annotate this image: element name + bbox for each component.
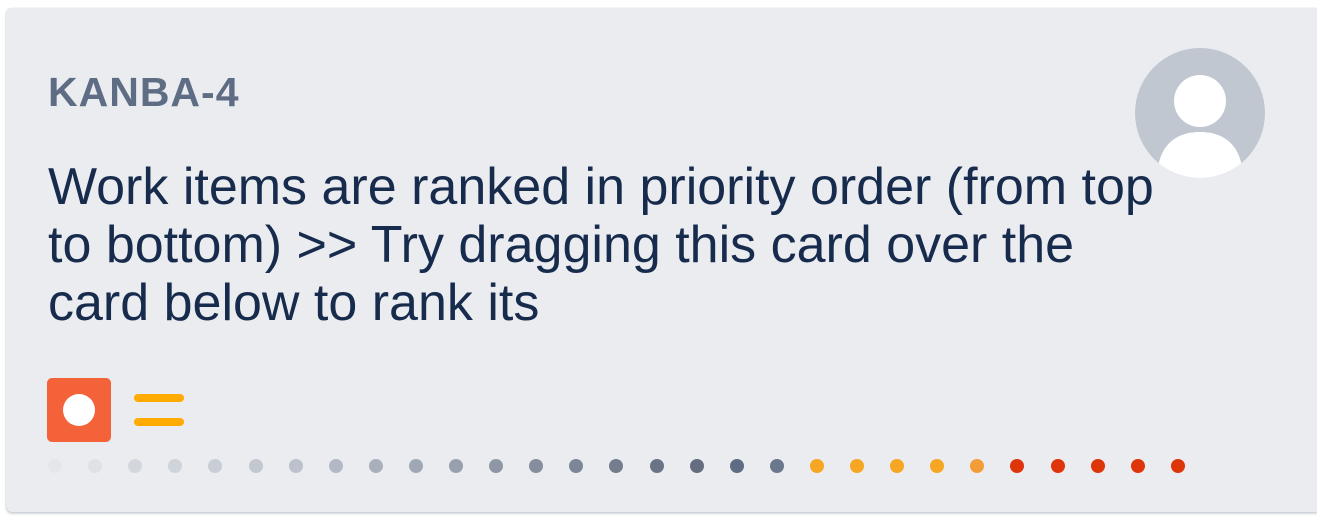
issue-summary: Work items are ranked in priority order … xyxy=(48,158,1154,332)
day-dot xyxy=(88,459,102,473)
day-dot xyxy=(970,459,984,473)
day-dot xyxy=(249,459,263,473)
issue-key[interactable]: KANBA-4 xyxy=(48,68,240,116)
issue-card[interactable]: KANBA-4 Work items are ranked in priorit… xyxy=(6,8,1317,512)
story-circle-icon xyxy=(47,378,111,442)
day-dot xyxy=(289,459,303,473)
day-dot xyxy=(690,459,704,473)
priority-medium-icon xyxy=(134,394,184,428)
day-dot xyxy=(1131,459,1145,473)
day-dot xyxy=(1051,459,1065,473)
day-dot xyxy=(409,459,423,473)
day-dot xyxy=(810,459,824,473)
day-dot xyxy=(890,459,904,473)
day-dot xyxy=(569,459,583,473)
day-dot xyxy=(168,459,182,473)
day-dot xyxy=(1010,459,1024,473)
day-dot xyxy=(128,459,142,473)
day-dot xyxy=(449,459,463,473)
day-dot xyxy=(770,459,784,473)
day-dot xyxy=(850,459,864,473)
day-dot xyxy=(48,459,62,473)
day-dot xyxy=(1091,459,1105,473)
day-dot xyxy=(489,459,503,473)
day-dot xyxy=(1171,459,1185,473)
day-dot xyxy=(208,459,222,473)
day-dot xyxy=(529,459,543,473)
day-dot xyxy=(930,459,944,473)
day-dot xyxy=(329,459,343,473)
day-dot xyxy=(369,459,383,473)
day-dot xyxy=(650,459,664,473)
day-dot xyxy=(609,459,623,473)
day-dot xyxy=(730,459,744,473)
days-in-column-indicator xyxy=(48,459,1238,473)
